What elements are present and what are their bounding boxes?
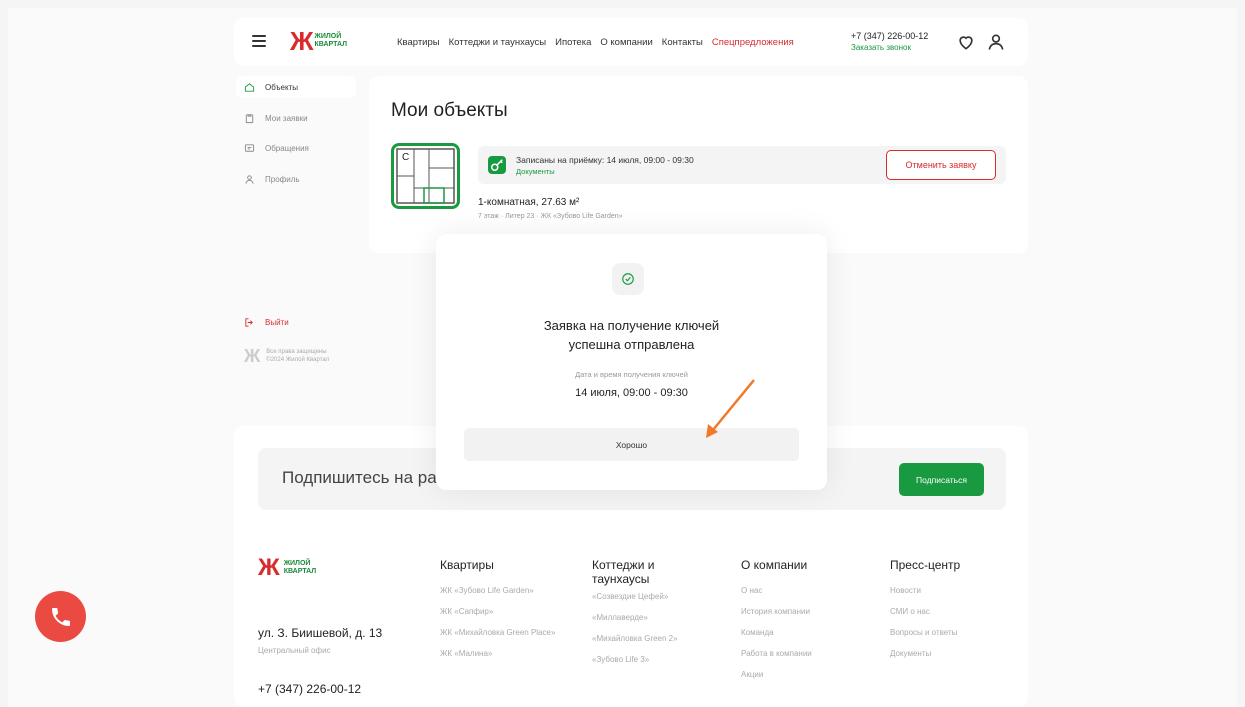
annotation-arrow-icon: [706, 379, 755, 438]
success-modal: Заявка на получение ключей успешна отпра…: [436, 234, 827, 490]
call-button[interactable]: [35, 591, 86, 642]
check-circle-icon: [612, 263, 644, 295]
phone-icon: [51, 607, 70, 626]
key-date-label: Дата и время получения ключей: [575, 370, 688, 379]
key-date-value: 14 июля, 09:00 - 09:30: [575, 387, 688, 399]
modal-title: Заявка на получение ключей успешна отпра…: [543, 318, 720, 352]
